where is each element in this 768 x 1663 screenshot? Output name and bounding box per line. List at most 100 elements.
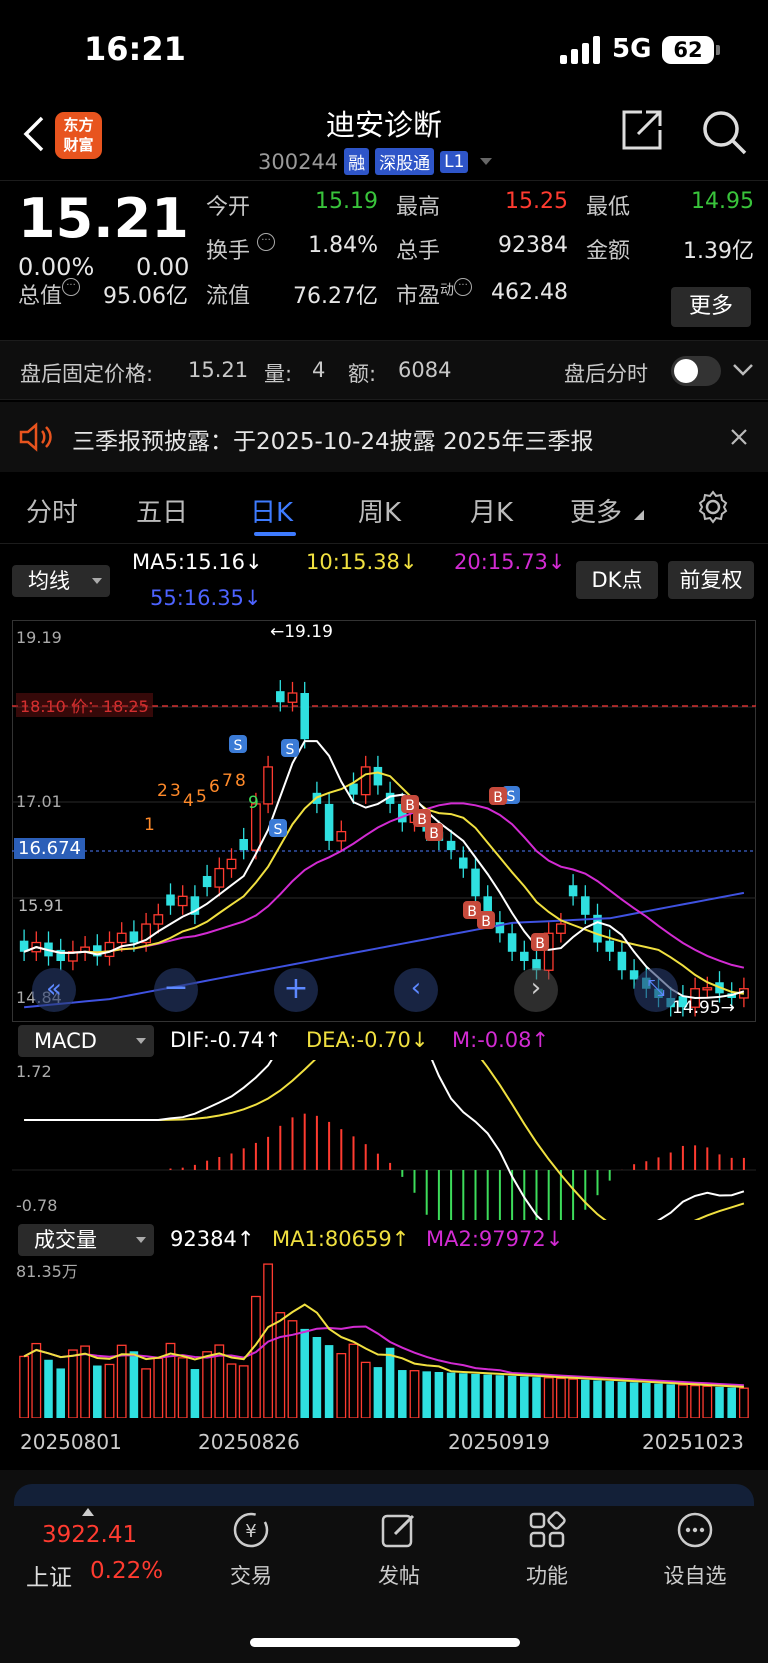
dif-legend: DIF:-0.74↑ xyxy=(170,1028,282,1052)
volume-bar xyxy=(177,1357,188,1418)
tag-connect: 深股通 xyxy=(375,148,435,175)
tab-five-day[interactable]: 五日 xyxy=(136,492,188,529)
fullscreen-button[interactable]: ⤡ xyxy=(634,968,678,1012)
candle-body xyxy=(568,885,578,897)
volume-bar xyxy=(385,1347,395,1418)
candle-body xyxy=(287,692,298,703)
pe-value: 462.48 xyxy=(491,280,568,305)
sequence-marker: 3 xyxy=(170,781,181,801)
close-icon[interactable] xyxy=(730,428,748,446)
chevron-down-icon[interactable] xyxy=(732,361,754,379)
candle-body xyxy=(166,894,175,906)
share-icon[interactable] xyxy=(620,108,664,152)
volume-bar xyxy=(398,1370,407,1418)
ah-vol: 4 xyxy=(312,358,326,382)
volume-select[interactable]: 成交量 xyxy=(18,1224,154,1256)
clock: 16:21 xyxy=(84,30,186,68)
volume-bar xyxy=(727,1387,736,1418)
search-icon[interactable] xyxy=(700,108,748,156)
ah-label: 盘后固定价格: xyxy=(20,362,154,386)
amount-value: 1.39亿 xyxy=(683,239,754,264)
candle-body xyxy=(324,803,334,841)
zoom-out-button[interactable]: − xyxy=(154,968,198,1012)
nav-watchlist[interactable]: 设自选 xyxy=(640,1510,750,1590)
volume-bar xyxy=(555,1377,566,1418)
volume-chart[interactable] xyxy=(12,1256,756,1418)
scroll-left-fast-button[interactable]: « xyxy=(32,968,76,1012)
gear-icon[interactable] xyxy=(696,490,730,524)
kline-frame xyxy=(12,620,756,1022)
candle-body xyxy=(617,951,627,971)
notice-banner[interactable]: 三季报预披露：于2025-10-24披露 2025年三季报 xyxy=(0,402,768,472)
dk-point-button[interactable]: DK点 xyxy=(576,561,658,599)
nav-post[interactable]: 发帖 xyxy=(344,1510,454,1590)
volume-bar xyxy=(67,1349,78,1418)
sequence-marker: 2 xyxy=(157,781,168,801)
info-icon[interactable]: ··· xyxy=(257,233,276,251)
index-name[interactable]: 上证 xyxy=(26,1558,72,1592)
nav-trade[interactable]: ¥ 交易 xyxy=(196,1510,306,1590)
volume-bar xyxy=(312,1337,322,1418)
sell-signal-badge: S xyxy=(269,819,287,838)
network-label: 5G xyxy=(612,34,652,64)
expand-up-icon[interactable] xyxy=(82,1508,94,1516)
ma-select[interactable]: 均线 xyxy=(12,565,110,597)
tab-monthly-k[interactable]: 月K xyxy=(470,492,513,529)
ma5-legend: MA5:15.16↓ xyxy=(132,550,263,574)
ma5-line xyxy=(23,740,745,1000)
scroll-left-button[interactable]: ‹ xyxy=(394,968,438,1012)
tab-weekly-k[interactable]: 周K xyxy=(358,492,401,529)
volume-bar xyxy=(190,1369,200,1418)
info-icon[interactable]: ··· xyxy=(62,278,81,296)
sequence-marker: 9 xyxy=(248,793,259,813)
svg-text:B: B xyxy=(481,914,491,930)
chevron-down-icon[interactable] xyxy=(480,158,493,165)
volume-bar xyxy=(44,1359,53,1418)
candle-body xyxy=(153,914,164,925)
mktcap-value: 95.06亿 xyxy=(103,284,188,309)
vol-top-label: 81.35万 xyxy=(16,1262,78,1281)
tab-more[interactable]: 更多 xyxy=(570,492,622,529)
nav-functions[interactable]: 功能 xyxy=(492,1510,602,1590)
grid-icon xyxy=(529,1511,566,1548)
after-hours-toggle[interactable] xyxy=(671,356,721,386)
volume-bar xyxy=(336,1352,347,1418)
tab-daily-k[interactable]: 日K xyxy=(250,492,293,529)
vol-ma1-legend: MA1:80659↑ xyxy=(272,1227,410,1251)
volume-bar xyxy=(715,1386,724,1418)
float-label: 流值 xyxy=(206,284,251,309)
change-pct: 0.00% xyxy=(18,253,95,281)
svg-text:S: S xyxy=(274,822,283,838)
more-corner-icon xyxy=(634,510,644,520)
kline-chart[interactable]: S SSSBBBBBBB12 3 4 5 6 7 89 xyxy=(12,620,756,1022)
volume-bar xyxy=(471,1373,480,1418)
active-tab-indicator xyxy=(254,532,296,536)
macd-select[interactable]: MACD xyxy=(18,1025,154,1057)
date-label: 20250801 xyxy=(20,1430,122,1454)
tab-intraday[interactable]: 分时 xyxy=(26,492,78,529)
scroll-right-button[interactable]: › xyxy=(514,968,558,1012)
candle-body xyxy=(129,931,139,943)
index-pct[interactable]: 0.22% xyxy=(90,1558,163,1584)
svg-text:¥: ¥ xyxy=(245,1521,256,1542)
notice-text: 三季报预披露：于2025-10-24披露 2025年三季报 xyxy=(72,429,594,455)
index-value[interactable]: 3922.41 xyxy=(42,1522,137,1548)
adjust-button[interactable]: 前复权 xyxy=(668,561,754,599)
volume-bar xyxy=(360,1361,371,1418)
candle-body xyxy=(581,896,590,915)
low-value: 14.95 xyxy=(691,189,754,214)
high-value: 15.25 xyxy=(505,189,568,214)
tag-margin: 融 xyxy=(344,148,370,175)
volume-bar xyxy=(446,1372,456,1418)
more-button[interactable]: 更多 xyxy=(671,287,751,327)
macd-chart[interactable] xyxy=(12,1060,756,1220)
sequence-marker: 6 xyxy=(209,777,220,797)
app-header: 东方 财富 迪安诊断 300244 融 深股通 L1 xyxy=(0,100,768,180)
high-marker: ←19.19 xyxy=(270,622,333,642)
svg-text:S: S xyxy=(286,742,295,758)
zoom-in-button[interactable]: + xyxy=(274,968,318,1012)
macd-top-label: 1.72 xyxy=(16,1062,52,1081)
float-value: 76.27亿 xyxy=(293,284,378,309)
turnover-label: 换手 ··· xyxy=(206,233,276,265)
candle-body xyxy=(336,830,347,842)
